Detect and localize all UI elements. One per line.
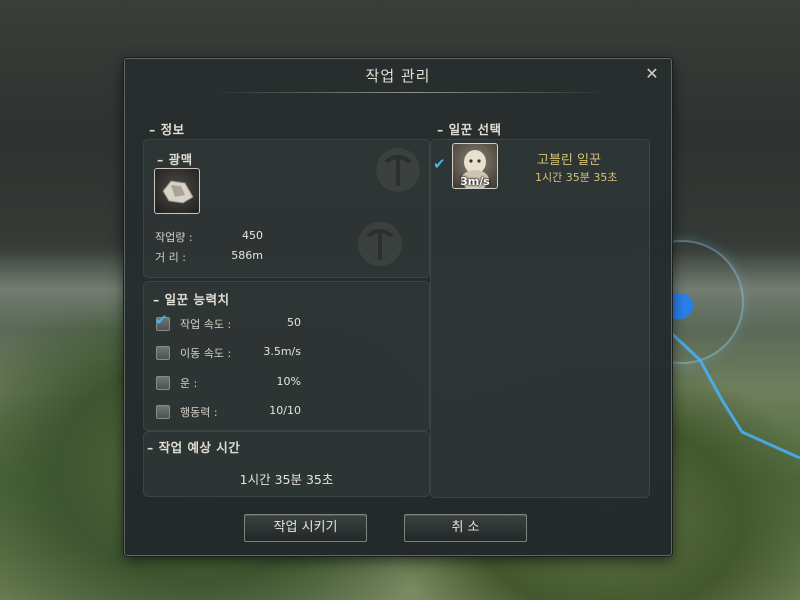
stat-value-stamina: 10/10 (269, 404, 301, 417)
close-icon[interactable]: ✕ (643, 65, 661, 83)
worker-check-icon[interactable]: ✔ (433, 157, 446, 172)
stat-value-move-speed: 3.5m/s (263, 345, 301, 358)
eta-value: 1시간 35분 35초 (239, 472, 334, 487)
title-divider (211, 92, 611, 93)
stat-value-luck: 10% (276, 375, 301, 388)
work-amount-value: 450 (242, 229, 263, 242)
worker-speed-badge: 3m/s (460, 175, 490, 188)
ore-icon[interactable] (154, 168, 200, 214)
stat-checkbox-move-speed[interactable] (156, 346, 170, 360)
distance-value: 586m (231, 249, 263, 262)
worker-select-header: – 일꾼 선택 (437, 122, 502, 137)
worker-time: 1시간 35분 35초 (535, 171, 618, 184)
info-header: – 정보 (149, 122, 185, 137)
dialog-title: 작업 관리 (365, 67, 431, 85)
stat-label-move-speed: 이동 속도 : (180, 347, 232, 360)
stat-label-work-speed: 작업 속도 : (180, 318, 232, 331)
stat-label-luck: 운 : (180, 377, 198, 390)
stat-checkbox-luck[interactable] (156, 376, 170, 390)
distance-label: 거 리 : (155, 251, 186, 264)
stat-value-work-speed: 50 (287, 316, 301, 329)
eta-header: – 작업 예상 시간 (147, 440, 241, 455)
pickaxe-watermark-icon-2 (358, 222, 402, 266)
worker-name: 고블린 일꾼 (537, 153, 601, 168)
stat-checkbox-stamina[interactable] (156, 405, 170, 419)
work-management-dialog: 작업 관리 ✕ – 정보 – 광맥 작업량 : 450 거 리 : 586m –… (124, 58, 672, 556)
stat-label-stamina: 행동력 : (180, 406, 218, 419)
cancel-button[interactable]: 취 소 (404, 514, 527, 542)
check-icon: ✔ (155, 311, 168, 329)
stats-header: – 일꾼 능력치 (153, 292, 230, 307)
pickaxe-watermark-icon (376, 148, 420, 192)
worker-list-panel (430, 139, 650, 498)
work-amount-label: 작업량 : (155, 231, 193, 244)
node-name: – 광맥 (157, 152, 193, 167)
start-work-button[interactable]: 작업 시키기 (244, 514, 367, 542)
goblin-worker-icon[interactable]: 3m/s (452, 143, 498, 189)
